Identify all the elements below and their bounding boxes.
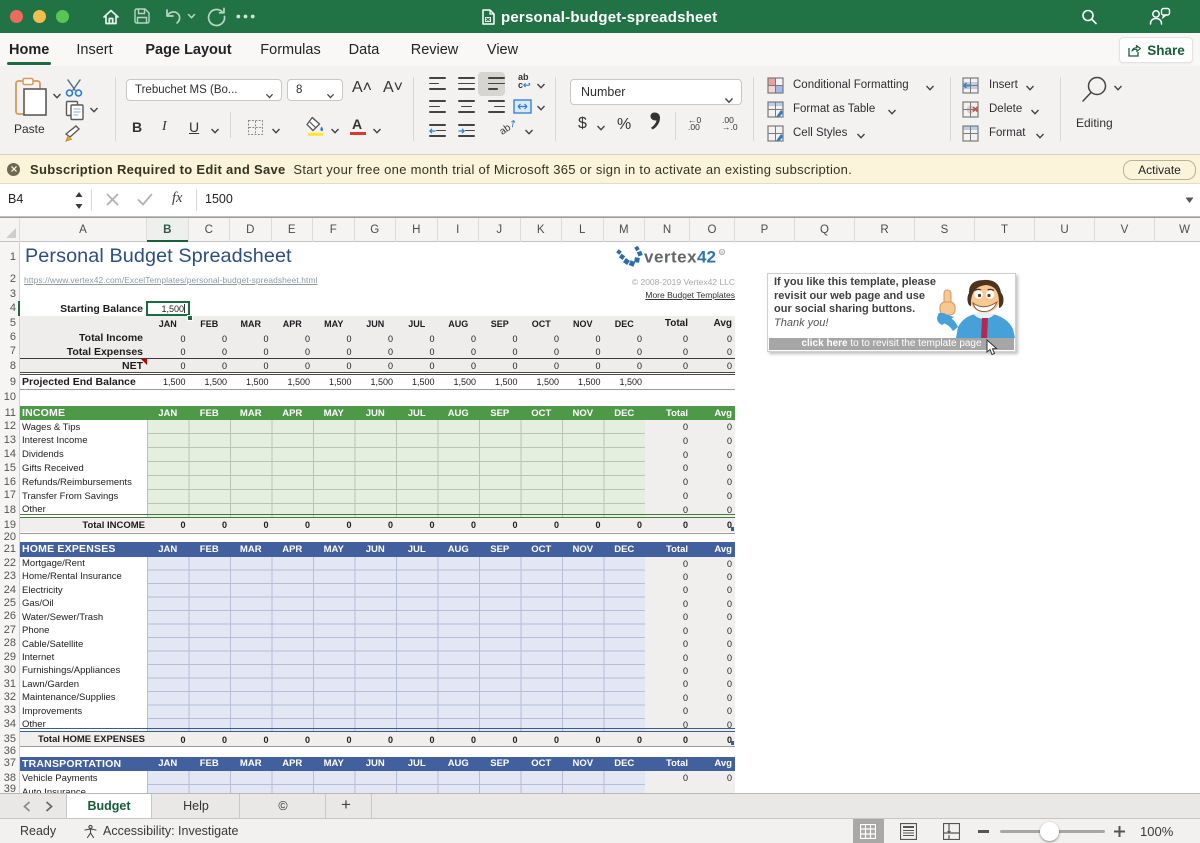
svg-text:42: 42 — [697, 247, 716, 266]
svg-text:vertex: vertex — [644, 247, 697, 266]
